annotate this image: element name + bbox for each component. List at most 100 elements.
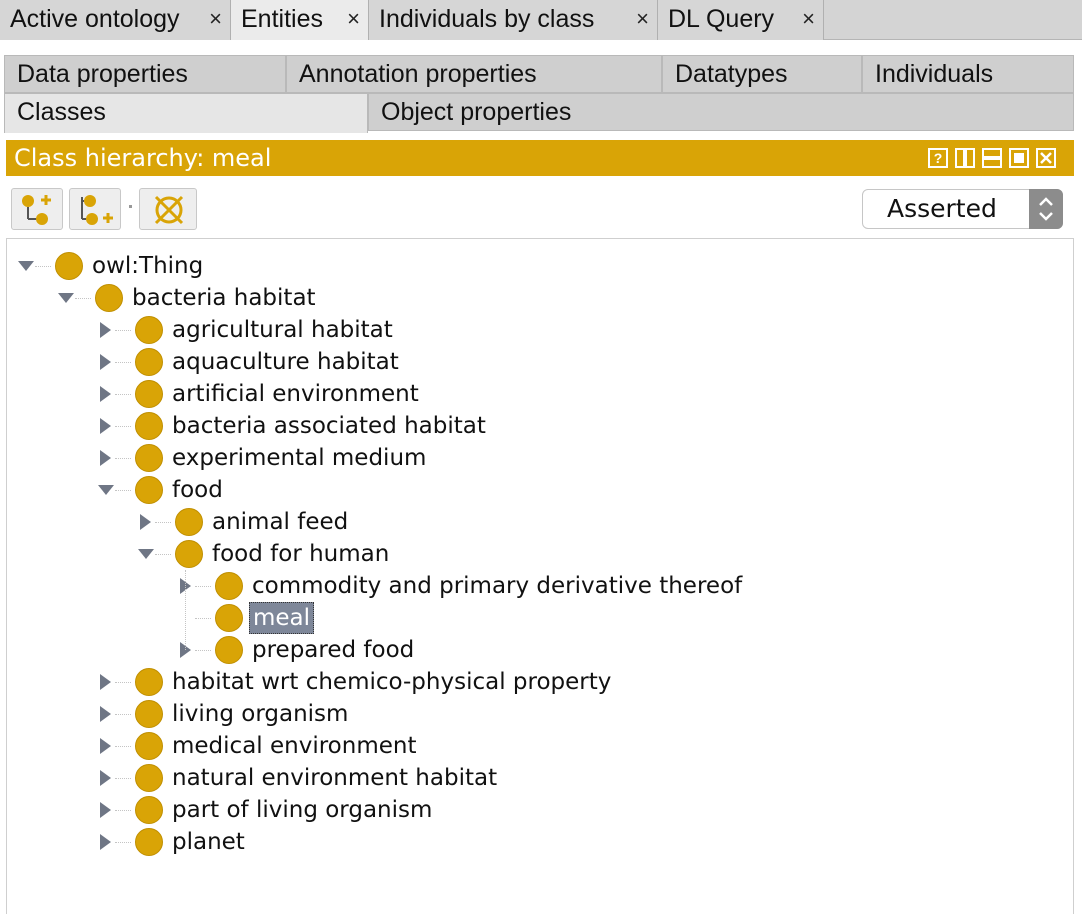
class-label[interactable]: food — [172, 474, 223, 506]
class-label[interactable]: food for human — [212, 538, 389, 570]
class-label[interactable]: part of living organism — [172, 794, 432, 826]
class-icon — [135, 380, 163, 408]
collapsed-triangle-icon[interactable] — [97, 320, 115, 340]
tree-node[interactable]: experimental medium — [7, 442, 1067, 474]
collapsed-triangle-icon[interactable] — [97, 352, 115, 372]
class-label[interactable]: commodity and primary derivative thereof — [252, 570, 742, 602]
tab-label: Data properties — [17, 60, 188, 88]
tree-node[interactable]: bacteria habitat — [7, 282, 1067, 314]
tree-node[interactable]: commodity and primary derivative thereof — [7, 570, 1067, 602]
tab-data-properties[interactable]: Data properties — [4, 55, 286, 93]
reasoner-mode-value: Asserted — [887, 194, 997, 223]
tree-connector — [115, 714, 131, 715]
split-vertical-icon[interactable] — [955, 148, 975, 168]
tree-node[interactable]: planet — [7, 826, 1067, 858]
class-label[interactable]: natural environment habitat — [172, 762, 497, 794]
tree-connector — [35, 266, 51, 267]
class-label[interactable]: owl:Thing — [92, 250, 203, 282]
help-icon[interactable]: ? — [928, 148, 948, 168]
add-sibling-button[interactable] — [69, 188, 121, 230]
class-label[interactable]: animal feed — [212, 506, 348, 538]
tree-connector — [195, 650, 211, 651]
tree-node[interactable]: medical environment — [7, 730, 1067, 762]
class-label[interactable]: living organism — [172, 698, 348, 730]
tree-node[interactable]: food for human — [7, 538, 1067, 570]
class-label[interactable]: bacteria habitat — [132, 282, 316, 314]
class-label[interactable]: prepared food — [252, 634, 414, 666]
expanded-triangle-icon[interactable] — [97, 480, 115, 500]
class-icon — [135, 412, 163, 440]
tree-connector — [155, 522, 171, 523]
close-icon[interactable]: × — [347, 0, 360, 38]
class-hierarchy-tree[interactable]: owl:Thing bacteria habitat agricultural ha… — [6, 238, 1074, 914]
expanded-triangle-icon[interactable] — [137, 544, 155, 564]
selected-class-label[interactable]: meal — [249, 602, 315, 634]
collapsed-triangle-icon[interactable] — [97, 768, 115, 788]
tree-node[interactable]: agricultural habitat — [7, 314, 1067, 346]
delete-class-button[interactable] — [139, 188, 197, 230]
maximize-icon[interactable] — [1009, 148, 1029, 168]
tab-individuals-by-class[interactable]: Individuals by class × — [369, 0, 658, 40]
collapsed-triangle-icon[interactable] — [97, 832, 115, 852]
close-icon[interactable]: × — [636, 0, 649, 38]
close-icon[interactable]: × — [209, 0, 222, 38]
add-subclass-button[interactable] — [11, 188, 63, 230]
tab-datatypes[interactable]: Datatypes — [662, 55, 862, 93]
class-label[interactable]: bacteria associated habitat — [172, 410, 486, 442]
tree-node[interactable]: animal feed — [7, 506, 1067, 538]
tree-node[interactable]: living organism — [7, 698, 1067, 730]
reasoner-mode-select[interactable]: Asserted — [862, 189, 1063, 229]
tab-active-ontology[interactable]: Active ontology × — [0, 0, 231, 40]
tree-connector — [115, 330, 131, 331]
split-horizontal-icon[interactable] — [982, 148, 1002, 168]
chevron-up-down-icon — [1029, 189, 1063, 229]
tab-entities[interactable]: Entities × — [231, 0, 369, 40]
tree-node[interactable]: prepared food — [7, 634, 1067, 666]
view-header: Class hierarchy: meal ? — [6, 140, 1074, 176]
expanded-triangle-icon[interactable] — [17, 256, 35, 276]
collapsed-triangle-icon[interactable] — [97, 416, 115, 436]
class-label[interactable]: experimental medium — [172, 442, 426, 474]
collapsed-triangle-icon[interactable] — [97, 736, 115, 756]
collapsed-triangle-icon[interactable] — [97, 704, 115, 724]
tab-label: Individuals by class — [379, 5, 595, 33]
tree-node[interactable]: bacteria associated habitat — [7, 410, 1067, 442]
tree-connector — [115, 778, 131, 779]
tree-node[interactable]: part of living organism — [7, 794, 1067, 826]
class-label[interactable]: agricultural habitat — [172, 314, 393, 346]
collapsed-triangle-icon[interactable] — [97, 384, 115, 404]
tab-individuals[interactable]: Individuals — [862, 55, 1074, 93]
collapsed-triangle-icon[interactable] — [97, 672, 115, 692]
close-view-icon[interactable] — [1036, 148, 1056, 168]
collapsed-triangle-icon[interactable] — [97, 448, 115, 468]
tab-object-properties[interactable]: Object properties — [368, 93, 1074, 131]
add-sibling-icon — [81, 195, 113, 225]
class-icon — [175, 540, 203, 568]
class-label[interactable]: artificial environment — [172, 378, 419, 410]
entity-tab-bar: Data properties Annotation properties Da… — [4, 55, 1074, 133]
tree-node[interactable]: meal — [7, 602, 1067, 634]
tree-connector — [115, 842, 131, 843]
collapsed-triangle-icon[interactable] — [97, 800, 115, 820]
class-label[interactable]: planet — [172, 826, 245, 858]
class-label[interactable]: habitat wrt chemico-physical property — [172, 666, 611, 698]
tab-label: Object properties — [381, 98, 572, 126]
expanded-triangle-icon[interactable] — [57, 288, 75, 308]
tab-annotation-properties[interactable]: Annotation properties — [286, 55, 662, 93]
tree-node[interactable]: habitat wrt chemico-physical property — [7, 666, 1067, 698]
collapsed-triangle-icon[interactable] — [177, 640, 195, 660]
tree-node[interactable]: aquaculture habitat — [7, 346, 1067, 378]
class-icon — [135, 764, 163, 792]
class-label[interactable]: medical environment — [172, 730, 416, 762]
collapsed-triangle-icon[interactable] — [177, 576, 195, 596]
tree-node[interactable]: owl:Thing — [7, 250, 1067, 282]
workspace-tab-bar: Active ontology × Entities × Individuals… — [0, 0, 1082, 40]
collapsed-triangle-icon[interactable] — [137, 512, 155, 532]
tab-dl-query[interactable]: DL Query × — [658, 0, 824, 40]
tree-node[interactable]: artificial environment — [7, 378, 1067, 410]
close-icon[interactable]: × — [802, 0, 815, 38]
tab-classes[interactable]: Classes — [4, 93, 368, 133]
tree-node[interactable]: food — [7, 474, 1067, 506]
tree-node[interactable]: natural environment habitat — [7, 762, 1067, 794]
class-label[interactable]: aquaculture habitat — [172, 346, 399, 378]
